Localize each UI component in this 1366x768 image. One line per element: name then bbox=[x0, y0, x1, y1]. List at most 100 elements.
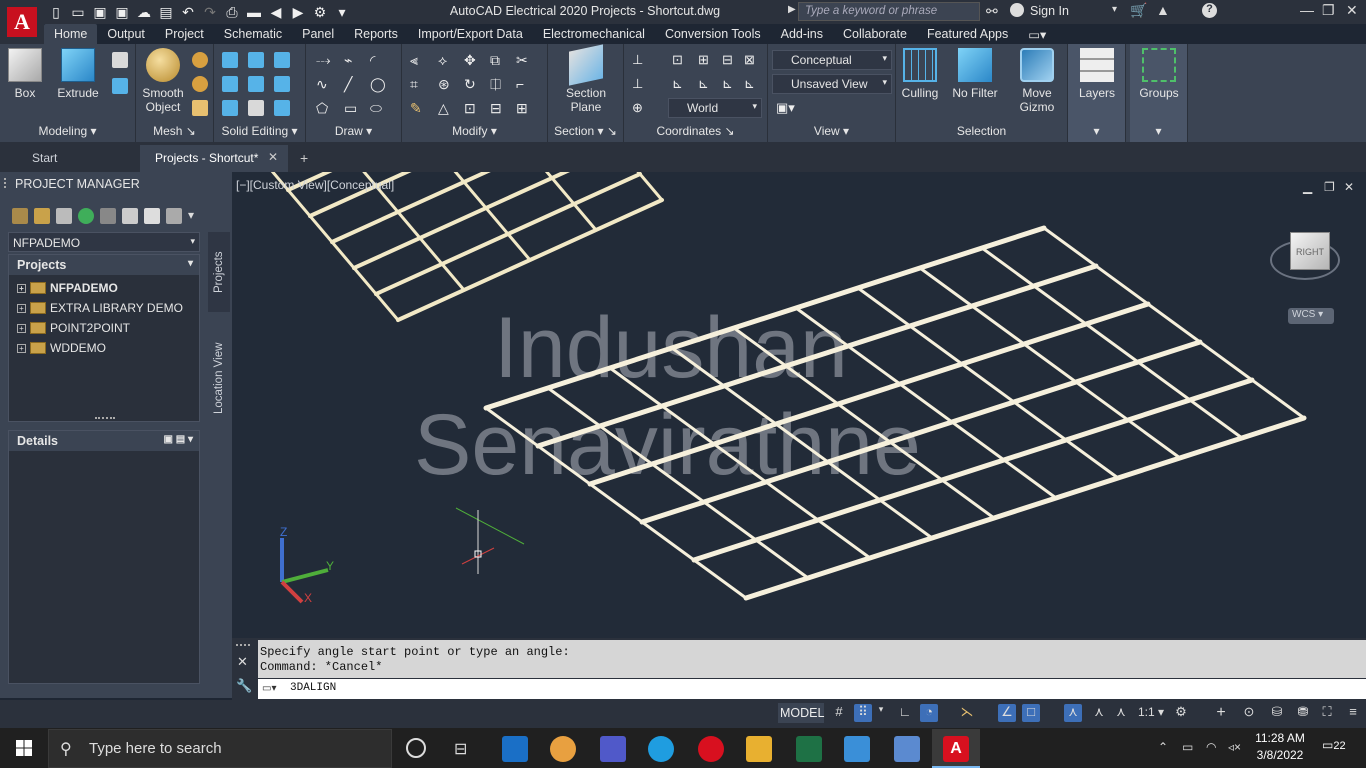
isolate-objects-icon[interactable]: ⛃ bbox=[1294, 704, 1312, 722]
project-item[interactable]: + WDDEMO bbox=[17, 339, 106, 357]
side-tab-projects[interactable]: Projects bbox=[208, 232, 230, 312]
project-item[interactable]: + NFPADEMO bbox=[17, 279, 118, 297]
interfere-icon[interactable] bbox=[222, 76, 238, 92]
box-button[interactable]: Box bbox=[6, 48, 44, 100]
tab-conversion-tools[interactable]: Conversion Tools bbox=[655, 24, 771, 44]
outlook-icon[interactable] bbox=[502, 736, 528, 762]
ucs-zaxis-icon[interactable]: ⊾ bbox=[744, 76, 755, 92]
ucs-object-icon[interactable]: ⊟ bbox=[722, 52, 733, 68]
arc-icon[interactable]: ◜ bbox=[370, 52, 375, 69]
layers-button[interactable]: Layers bbox=[1072, 48, 1122, 100]
help-icon[interactable]: ? bbox=[1202, 3, 1217, 18]
truss-frame-upper[interactable] bbox=[266, 172, 664, 322]
tab-import-export[interactable]: Import/Export Data bbox=[408, 24, 533, 44]
coordinates-panel-label[interactable]: Coordinates ↘ bbox=[624, 124, 767, 140]
ucs-named-icon[interactable]: ⊕ bbox=[632, 100, 643, 116]
projects-header[interactable]: Projects ▾ bbox=[9, 255, 199, 275]
opera-icon[interactable] bbox=[698, 736, 724, 762]
model-space[interactable]: Indushan Senavirathne Z Y X bbox=[232, 172, 1366, 638]
project-select[interactable]: NFPADEMO ▾ bbox=[8, 232, 200, 252]
tab-collaborate[interactable]: Collaborate bbox=[833, 24, 917, 44]
add-icon[interactable]: + bbox=[1212, 704, 1230, 722]
tab-output[interactable]: Output bbox=[97, 24, 155, 44]
draw-panel-label[interactable]: Draw ▾ bbox=[306, 124, 401, 140]
project-item[interactable]: + POINT2POINT bbox=[17, 319, 130, 337]
rectangle-icon[interactable]: ▭ bbox=[344, 100, 357, 117]
ortho-icon[interactable]: ∟ bbox=[896, 704, 914, 722]
annotation-visibility-icon[interactable]: ⋏ bbox=[1064, 704, 1082, 722]
ellipse-icon[interactable]: ⬭ bbox=[370, 100, 382, 117]
scale-icon[interactable]: ⊡ bbox=[464, 100, 476, 117]
workspace-gear-icon[interactable]: ⚙ bbox=[1172, 704, 1190, 722]
ucs-z-icon[interactable]: ⊾ bbox=[722, 76, 733, 92]
mesh-refine-icon[interactable] bbox=[192, 76, 208, 92]
hardware-acceleration-icon[interactable]: ⛁ bbox=[1268, 704, 1286, 722]
autodesk-icon[interactable]: ▲ bbox=[1156, 2, 1170, 18]
ucs-face-icon[interactable]: ⊠ bbox=[744, 52, 755, 68]
expand-icon[interactable]: + bbox=[17, 343, 26, 353]
palette-grip-icon[interactable] bbox=[4, 178, 10, 188]
viewport-minimize-icon[interactable]: ▁ bbox=[1303, 180, 1312, 194]
plot-icon[interactable]: ⎙ bbox=[224, 4, 240, 20]
grid-icon[interactable]: # bbox=[830, 704, 848, 722]
forward-arrow-icon[interactable]: ▶ bbox=[290, 4, 306, 20]
mesh-panel-label[interactable]: Mesh ↘ bbox=[136, 124, 213, 140]
application-menu-button[interactable]: A bbox=[0, 0, 44, 44]
close-icon[interactable]: ✕ bbox=[1346, 2, 1358, 19]
photos-icon[interactable] bbox=[844, 736, 870, 762]
help-search-input[interactable]: Type a keyword or phrase bbox=[798, 2, 980, 21]
extrude-button[interactable]: Extrude bbox=[52, 48, 104, 100]
side-tab-location-view[interactable]: Location View bbox=[208, 318, 230, 438]
ucs-view-icon[interactable]: ⊞ bbox=[698, 52, 709, 68]
tab-project[interactable]: Project bbox=[155, 24, 214, 44]
file-explorer-icon[interactable] bbox=[746, 736, 772, 762]
drawing-viewport[interactable]: Indushan Senavirathne Z Y X bbox=[232, 172, 1366, 638]
tab-add-ins[interactable]: Add-ins bbox=[771, 24, 833, 44]
minimize-icon[interactable]: — bbox=[1300, 2, 1314, 18]
model-space-button[interactable]: MODEL bbox=[778, 703, 824, 723]
refresh-icon[interactable] bbox=[78, 208, 94, 224]
3d-move-icon[interactable]: ⟡ bbox=[438, 52, 447, 69]
3d-align-icon[interactable]: △ bbox=[438, 100, 449, 117]
section-plane-button[interactable]: Section Plane bbox=[554, 44, 618, 114]
snap-dropdown-icon[interactable]: ▾ bbox=[876, 704, 886, 722]
union-icon[interactable] bbox=[222, 52, 238, 68]
excel-icon[interactable] bbox=[796, 736, 822, 762]
copy-icon[interactable]: ⧉ bbox=[490, 52, 500, 69]
separate-icon[interactable] bbox=[274, 100, 290, 116]
save-icon[interactable]: ▣ bbox=[92, 4, 108, 20]
culling-button[interactable]: Culling bbox=[900, 48, 940, 100]
viewport-config-icon[interactable]: ▣▾ bbox=[776, 100, 795, 116]
polar-tracking-icon[interactable]: ◔ bbox=[920, 704, 938, 722]
layers-expand-icon[interactable]: ▾ bbox=[1068, 124, 1125, 140]
ucs-icon[interactable]: ⊥ bbox=[632, 52, 643, 68]
details-header[interactable]: Details ▣ ▤ ▾ bbox=[9, 431, 199, 451]
move-icon[interactable]: ✥ bbox=[464, 52, 476, 69]
workspace-icon[interactable]: ⚙ bbox=[312, 4, 328, 20]
modify-panel-label[interactable]: Modify ▾ bbox=[402, 124, 547, 140]
units-icon[interactable]: ⊙ bbox=[1240, 704, 1258, 722]
battery-icon[interactable]: ▭ bbox=[1182, 740, 1193, 754]
viewport-restore-icon[interactable]: ❐ bbox=[1324, 180, 1335, 194]
polysolid-icon[interactable] bbox=[112, 52, 128, 68]
solid-editing-panel-label[interactable]: Solid Editing ▾ bbox=[214, 124, 305, 140]
mesh-crease-icon[interactable] bbox=[192, 100, 208, 116]
binoculars-icon[interactable]: ⚯ bbox=[986, 3, 998, 20]
taskbar-search-box[interactable]: Type here to search bbox=[48, 729, 392, 768]
named-view-select[interactable]: Unsaved View ▾ bbox=[772, 74, 892, 94]
windows-start-icon[interactable] bbox=[16, 740, 32, 756]
notification-center-icon[interactable]: ▭22 bbox=[1322, 738, 1352, 760]
wcs-menu[interactable]: WCS ▾ bbox=[1288, 308, 1334, 324]
sign-in-dropdown-icon[interactable]: ▾ bbox=[1112, 4, 1117, 15]
tab-reports[interactable]: Reports bbox=[344, 24, 408, 44]
extract-edges-icon[interactable] bbox=[222, 100, 238, 116]
edge-icon[interactable] bbox=[648, 736, 674, 762]
modeling-panel-label[interactable]: Modeling ▾ bbox=[0, 124, 135, 140]
command-input[interactable]: 3DALIGN bbox=[258, 679, 1366, 699]
restore-icon[interactable]: ❐ bbox=[1322, 2, 1335, 19]
ribbon-display-toggle-icon[interactable]: ▭▾ bbox=[1018, 24, 1056, 44]
back-arrow-icon[interactable]: ◀ bbox=[268, 4, 284, 20]
mirror-icon[interactable]: ⫷ bbox=[410, 52, 418, 69]
new-file-icon[interactable]: ▯ bbox=[48, 4, 64, 20]
offset-icon[interactable]: ⊟ bbox=[490, 100, 502, 117]
